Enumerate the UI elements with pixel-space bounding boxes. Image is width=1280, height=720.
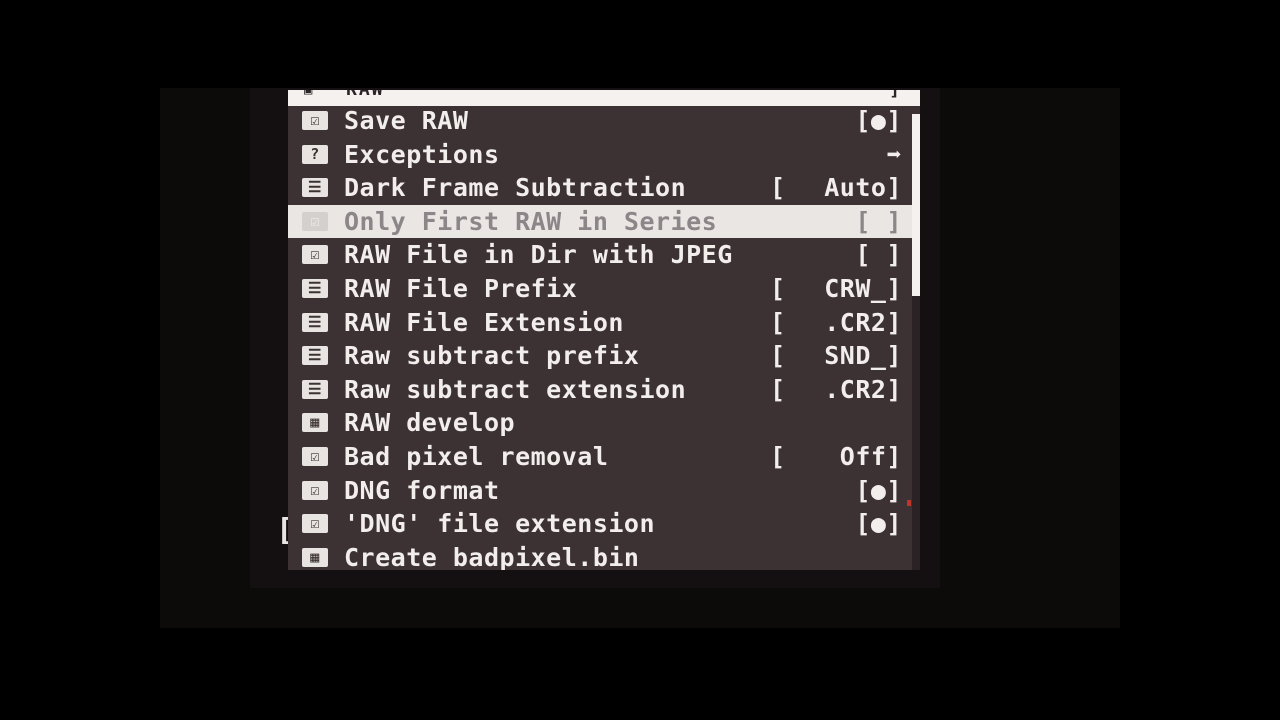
menu-item-value: [●]	[855, 475, 902, 505]
raw-icon: ▣	[304, 90, 313, 98]
menu-item-label: RAW develop	[344, 408, 516, 438]
list-icon: ☰	[302, 312, 328, 332]
menu-item-label: Exceptions	[344, 139, 500, 169]
menu-item-value: Off]	[839, 441, 902, 471]
checkbox-icon: ☑	[302, 446, 328, 466]
menu-item-value-bracket: [	[770, 173, 786, 203]
list-icon: ☰	[302, 278, 328, 298]
list-icon: ☰	[302, 346, 328, 366]
menu-item-value: ➡	[886, 139, 902, 169]
menu-item-value: [●]	[855, 106, 902, 135]
list-icon: ☰	[302, 178, 328, 198]
menu-item-label: Raw subtract extension	[344, 374, 687, 404]
menu-item[interactable]: ☰ RAW File Prefix [ CRW_]	[288, 272, 912, 306]
menu-item-label: 'DNG' file extension	[344, 509, 656, 539]
checkbox-icon: ☑	[302, 514, 328, 534]
menu-title-value: ]	[889, 90, 900, 99]
help-icon: ?	[302, 144, 328, 164]
menu-item-value: [ ]	[855, 206, 902, 236]
menu-item[interactable]: ▦ Create badpixel.bin	[288, 541, 912, 570]
checkbox-icon: ☑	[302, 211, 328, 231]
menu-item[interactable]: ☰ RAW File Extension [ .CR2]	[288, 306, 912, 340]
menu-item-value-bracket: [	[770, 341, 786, 371]
menu-item-label: RAW File Extension	[344, 307, 624, 337]
menu-item-value: .CR2]	[824, 374, 902, 404]
menu-item-label: RAW File in Dir with JPEG	[344, 240, 733, 270]
menu-item[interactable]: ☑ RAW File in Dir with JPEG [ ]	[288, 238, 912, 272]
menu-item-value: SND_]	[824, 341, 902, 371]
menu-item-label: DNG format	[344, 475, 500, 505]
menu-item-value: [●]	[855, 509, 902, 539]
menu-item-label: Bad pixel removal	[344, 441, 609, 471]
submenu-icon: ▦	[302, 413, 328, 433]
scrollbar[interactable]	[912, 114, 920, 570]
menu-item-value-bracket: [	[770, 307, 786, 337]
menu-item-label: Save RAW	[344, 106, 469, 135]
menu-item[interactable]: ☑ Save RAW [●]	[288, 104, 912, 138]
menu-item-label: RAW File Prefix	[344, 273, 578, 303]
menu-item[interactable]: ☑ Bad pixel removal [ Off]	[288, 440, 912, 474]
menu-item[interactable]: ☑ Only First RAW in Series [ ]	[288, 204, 912, 239]
menu-item[interactable]: ☰ Raw subtract extension [ .CR2]	[288, 373, 912, 407]
indicator-dot	[907, 500, 911, 506]
menu-item-label: Dark Frame Subtraction	[344, 173, 687, 203]
menu-item[interactable]: ☰ Raw subtract prefix [ SND_]	[288, 339, 912, 373]
checkbox-icon: ☑	[302, 480, 328, 500]
list-icon: ☰	[302, 379, 328, 399]
menu-item-value: [ ]	[855, 240, 902, 270]
menu-item-value-bracket: [	[770, 374, 786, 404]
submenu-icon: ▦	[302, 547, 328, 567]
menu-item[interactable]: ☑ 'DNG' file extension [●]	[288, 507, 912, 541]
menu-screen: ▣ RAW ] ☑ Save RAW [●]? Exceptions ➡ ☰ Dark Fr…	[288, 90, 920, 570]
checkbox-icon: ☑	[302, 111, 328, 130]
menu-item-value: Auto]	[824, 173, 902, 203]
menu-item[interactable]: ? Exceptions ➡	[288, 138, 912, 172]
menu-item[interactable]: ▦ RAW develop	[288, 406, 912, 440]
menu-item[interactable]: ☑ DNG format [●]	[288, 474, 912, 508]
checkbox-icon: ☑	[302, 245, 328, 265]
menu-item-label: Create badpixel.bin	[344, 542, 640, 570]
menu-item-value: .CR2]	[824, 307, 902, 337]
raw-menu-list: ☑ Save RAW [●]? Exceptions ➡ ☰ Dark Frame Subt…	[288, 104, 912, 570]
menu-item-label: Only First RAW in Series	[344, 206, 718, 236]
menu-item-value-bracket: [	[770, 273, 786, 303]
scrollbar-thumb[interactable]	[912, 114, 920, 297]
menu-item-value-bracket: [	[770, 441, 786, 471]
menu-item-label: Raw subtract prefix	[344, 341, 640, 371]
menu-title: RAW	[346, 90, 385, 99]
menu-item[interactable]: ☰ Dark Frame Subtraction [ Auto]	[288, 171, 912, 205]
menu-item-value: CRW_]	[824, 273, 902, 303]
